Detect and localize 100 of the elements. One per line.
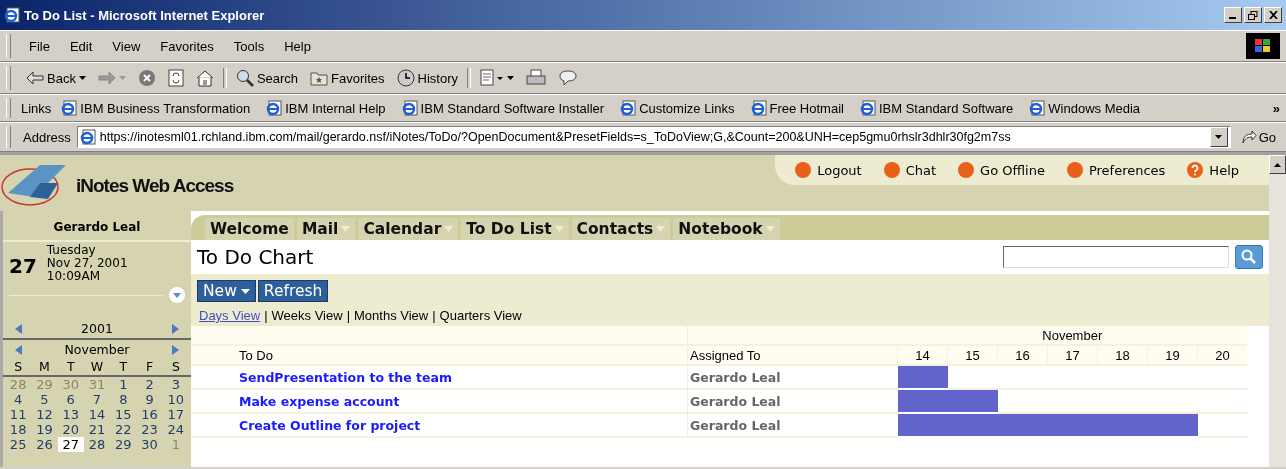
calendar-day[interactable]: 9 <box>136 392 163 407</box>
nav-tab[interactable]: Mail <box>296 218 356 240</box>
calendar-day[interactable]: 6 <box>57 392 84 407</box>
toolbar-label[interactable]: Search <box>256 70 299 86</box>
link-item[interactable]: Free Hotmail <box>769 100 844 116</box>
home-icon[interactable] <box>195 69 214 87</box>
calendar-day[interactable]: 26 <box>31 437 58 452</box>
go-button[interactable]: Go <box>1236 129 1280 145</box>
link-item[interactable]: Customize Links <box>639 100 735 116</box>
link-item[interactable]: IBM Business Transformation <box>80 100 251 116</box>
right-arrow-icon[interactable] <box>172 323 179 334</box>
task-link[interactable]: Make expense account <box>237 389 688 413</box>
calendar-day[interactable]: 20 <box>57 422 84 437</box>
speech-bubble-icon[interactable] <box>558 69 579 87</box>
close-button[interactable] <box>1264 7 1282 23</box>
calendar-day[interactable]: 21 <box>83 422 111 437</box>
header-link[interactable]: Chat <box>905 162 937 178</box>
calendar-day[interactable]: 11 <box>5 407 32 422</box>
bullet-icon[interactable] <box>883 162 900 178</box>
calendar-day[interactable]: 12 <box>31 407 58 422</box>
left-arrow-icon[interactable] <box>15 344 22 355</box>
printer-icon[interactable] <box>526 69 547 87</box>
stop-icon[interactable] <box>137 69 156 87</box>
nav-tab[interactable]: To Do List <box>461 218 569 240</box>
calendar-day[interactable]: 2 <box>136 377 163 392</box>
nav-tab[interactable]: Calendar <box>358 218 459 240</box>
folder-star-icon[interactable] <box>310 70 329 86</box>
view-link[interactable]: Days View <box>199 308 261 323</box>
calendar-day[interactable]: 25 <box>5 437 32 452</box>
caret-icon <box>240 288 250 294</box>
header-link[interactable]: Preferences <box>1088 162 1166 178</box>
menu-item[interactable]: Edit <box>61 36 101 56</box>
search-icon[interactable] <box>235 69 254 87</box>
address-field[interactable]: https://inotesml01.rchland.ibm.com/mail/gerardo.nsf/iNotes/ToDo/?OpenDocument&PresetFields=s_ToDoView;G,&Count=200&UNH=cep5gmu0rhslr3dhlr30fg2m7ss <box>76 126 1231 148</box>
calendar-day[interactable]: 19 <box>31 422 58 437</box>
calendar-day[interactable]: 7 <box>83 392 111 407</box>
calendar-day[interactable]: 10 <box>162 392 189 407</box>
left-arrow-icon[interactable] <box>15 323 22 334</box>
bullet-icon[interactable] <box>1066 162 1083 178</box>
link-item[interactable]: Windows Media <box>1048 100 1141 116</box>
action-button[interactable]: New <box>197 280 256 302</box>
task-link[interactable]: Create Outline for project <box>237 413 688 437</box>
caret-icon[interactable] <box>507 76 515 80</box>
calendar-day[interactable]: 1 <box>110 377 137 392</box>
calendar-day[interactable]: 14 <box>83 407 111 422</box>
calendar-day[interactable]: 3 <box>162 377 189 392</box>
header-link[interactable]: Go Offline <box>980 162 1045 178</box>
search-button[interactable] <box>1235 245 1263 269</box>
link-item[interactable]: IBM Standard Software <box>878 100 1014 116</box>
refresh-icon[interactable] <box>167 69 184 87</box>
view-link[interactable]: Months View <box>354 308 429 323</box>
task-link[interactable]: SendPresentation to the team <box>237 365 688 389</box>
help-icon[interactable] <box>1187 162 1204 178</box>
menu-item[interactable]: View <box>104 36 149 56</box>
calendar-day[interactable]: 22 <box>110 422 137 437</box>
expand-icon[interactable] <box>169 287 185 303</box>
link-item[interactable]: IBM Internal Help <box>285 100 386 116</box>
bullet-icon[interactable] <box>958 162 975 178</box>
calendar-day[interactable]: 4 <box>5 392 32 407</box>
bullet-icon[interactable] <box>795 162 812 178</box>
calendar-day[interactable]: 30 <box>136 437 163 452</box>
caret-icon[interactable] <box>78 76 86 80</box>
minimize-button[interactable] <box>1224 7 1242 23</box>
more-links[interactable]: » <box>1272 100 1280 116</box>
calendar-day[interactable]: 8 <box>110 392 137 407</box>
search-field[interactable] <box>1003 246 1229 268</box>
restore-button[interactable] <box>1244 7 1262 23</box>
calendar-day[interactable]: 16 <box>136 407 163 422</box>
back-arrow-icon[interactable] <box>26 71 44 85</box>
calendar-day[interactable]: 15 <box>110 407 137 422</box>
calendar-day[interactable]: 5 <box>31 392 58 407</box>
nav-tab[interactable]: Notebook <box>673 218 780 240</box>
edit-page-icon[interactable] <box>480 69 505 87</box>
menu-item[interactable]: Favorites <box>152 36 222 56</box>
calendar-day[interactable]: 28 <box>83 437 111 452</box>
calendar-day[interactable]: 18 <box>5 422 32 437</box>
right-arrow-icon[interactable] <box>172 344 179 355</box>
header-link[interactable]: Logout <box>817 162 862 178</box>
header-link[interactable]: Help <box>1209 162 1239 178</box>
menu-item[interactable]: Tools <box>225 36 273 56</box>
calendar-day[interactable]: 27 <box>57 437 84 452</box>
link-item[interactable]: IBM Standard Software Installer <box>420 100 605 116</box>
view-link[interactable]: Weeks View <box>271 308 343 323</box>
action-button[interactable]: Refresh <box>257 280 329 302</box>
nav-tab[interactable]: Contacts <box>571 218 671 240</box>
toolbar-label[interactable]: Favorites <box>331 70 385 86</box>
clock-icon[interactable] <box>396 69 415 87</box>
calendar-day[interactable]: 29 <box>110 437 137 452</box>
toolbar-label[interactable]: History <box>417 70 459 86</box>
calendar-day[interactable]: 23 <box>136 422 163 437</box>
toolbar-label[interactable]: Back <box>47 70 76 86</box>
scroll-up-button[interactable] <box>1269 155 1286 174</box>
menu-item[interactable]: Help <box>276 36 319 56</box>
menu-item[interactable]: File <box>21 36 58 56</box>
calendar-day[interactable]: 17 <box>162 407 189 422</box>
calendar-day[interactable]: 24 <box>162 422 189 437</box>
view-link[interactable]: Quarters View <box>439 308 522 323</box>
dropdown-button[interactable] <box>1209 127 1228 147</box>
nav-tab[interactable]: Welcome <box>205 218 294 240</box>
calendar-day[interactable]: 13 <box>57 407 84 422</box>
